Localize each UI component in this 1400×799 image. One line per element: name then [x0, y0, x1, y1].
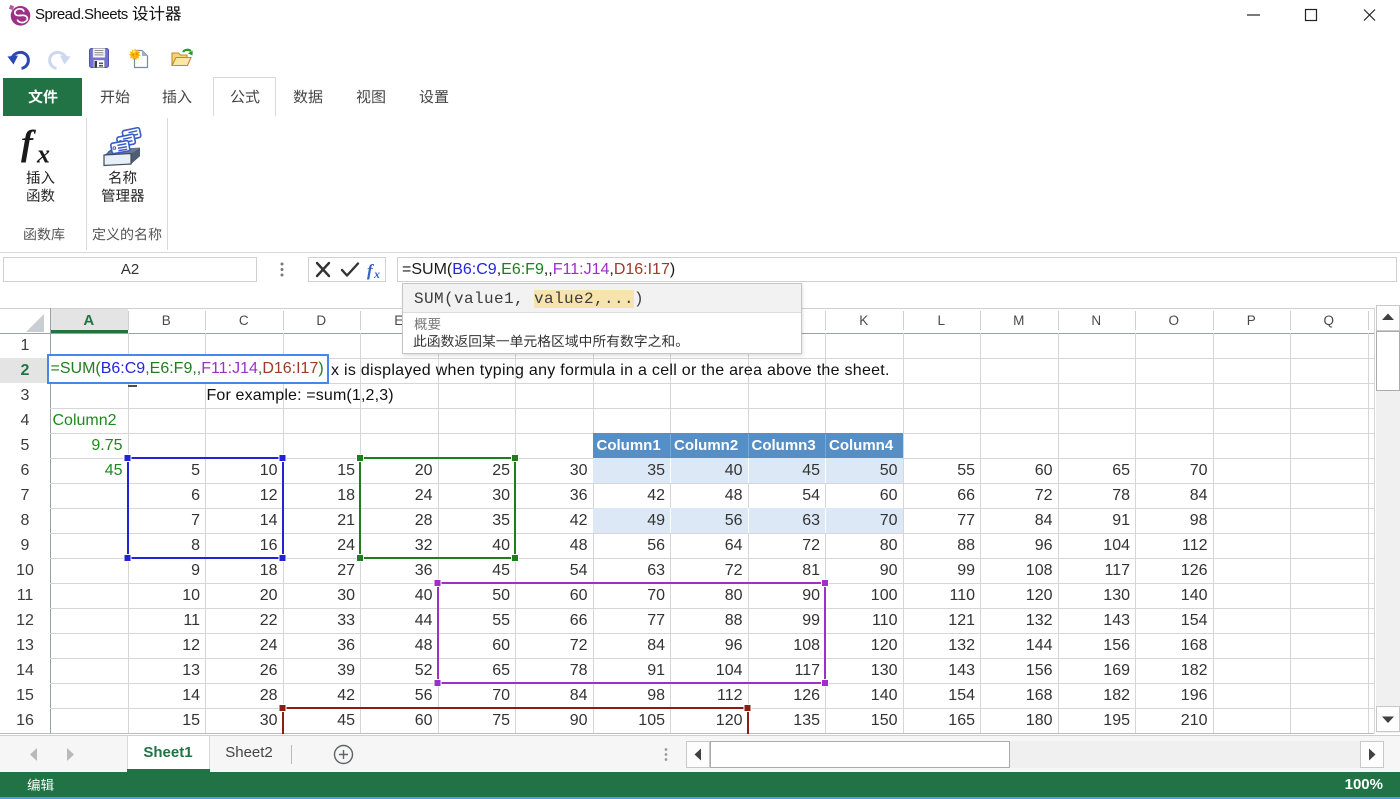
svg-text:f: f	[21, 124, 36, 163]
svg-text:x: x	[373, 267, 380, 281]
svg-text:x: x	[36, 140, 50, 169]
